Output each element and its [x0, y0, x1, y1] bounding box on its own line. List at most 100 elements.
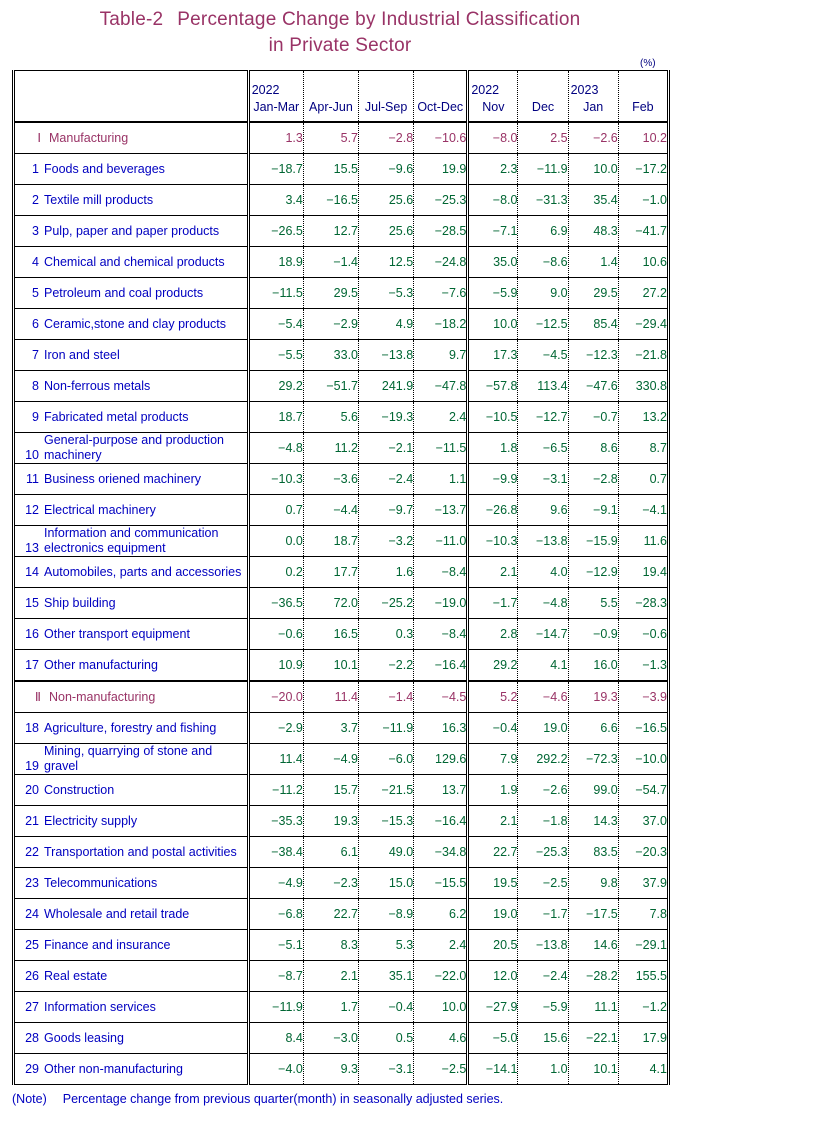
cell-value: −9.9: [467, 463, 519, 495]
cell-value: −28.3: [618, 587, 669, 619]
cell-value: −14.1: [467, 1053, 519, 1085]
cell-value: −1.4: [303, 246, 360, 278]
header-col-4-period: Nov: [482, 100, 505, 114]
header-col-6-period: Jan: [583, 100, 604, 114]
cell-value: −8.9: [358, 898, 415, 930]
row-label-cell: 19 Mining, quarrying of stone and gravel: [13, 743, 250, 775]
row-number: 17: [25, 657, 39, 672]
percentage-change-table: 2022 Jan-Mar Apr-Jun Jul-Sep Oct-Dec 202…: [12, 70, 670, 1085]
cell-value: 13.2: [618, 401, 669, 433]
row-label: Transportation and postal activities: [44, 844, 237, 859]
row-label-cell: 13 Information and communication electron…: [13, 525, 250, 557]
cell-value: −11.2: [248, 774, 304, 806]
row-number: 22: [25, 844, 39, 859]
cell-value: −10.5: [467, 401, 519, 433]
cell-value: −3.6: [303, 463, 360, 495]
cell-value: 5.6: [303, 401, 360, 433]
row-label-cell: 12 Electrical machinery: [13, 494, 250, 526]
row-label-cell: 16 Other transport equipment: [13, 618, 250, 650]
cell-value: 7.8: [618, 898, 669, 930]
row-label-cell: 9 Fabricated metal products: [13, 401, 250, 433]
cell-value: 8.6: [568, 432, 619, 464]
cell-value: −10.6: [413, 121, 470, 154]
cell-value: 3.7: [303, 712, 360, 744]
row-label-cell: 22 Transportation and postal activities: [13, 836, 250, 868]
cell-value: 17.9: [618, 1022, 669, 1054]
cell-value: 15.0: [358, 867, 415, 899]
cell-value: 113.4: [517, 370, 569, 402]
row-label: Textile mill products: [44, 192, 154, 207]
cell-value: 2.3: [467, 153, 519, 185]
cell-value: −22.1: [568, 1022, 619, 1054]
header-col-3-period: Oct-Dec: [417, 100, 464, 114]
cell-value: −11.0: [413, 525, 470, 557]
cell-value: 6.6: [568, 712, 619, 744]
cell-value: −9.6: [358, 153, 415, 185]
cell-value: −11.9: [517, 153, 569, 185]
row-label: Fabricated metal products: [44, 409, 189, 424]
cell-value: 3.4: [248, 184, 304, 216]
cell-value: −6.8: [248, 898, 304, 930]
cell-value: −17.5: [568, 898, 619, 930]
cell-value: −28.2: [568, 960, 619, 992]
cell-value: 16.3: [413, 712, 470, 744]
row-number: 6: [32, 316, 39, 331]
row-label-cell: 11 Business oriened machinery: [13, 463, 250, 495]
cell-value: 8.3: [303, 929, 360, 961]
cell-value: −8.4: [413, 618, 470, 650]
cell-value: 4.6: [413, 1022, 470, 1054]
cell-value: 0.3: [358, 618, 415, 650]
cell-value: 12.5: [358, 246, 415, 278]
cell-value: −51.7: [303, 370, 360, 402]
cell-value: −8.0: [467, 121, 519, 154]
table-row: 26 Real estate −8.7 2.1 35.1 −22.0 12.0 −2.4 −28…: [13, 960, 669, 992]
row-label-cell: Ⅰ Manufacturing: [13, 121, 250, 154]
table-row: 25 Finance and insurance −5.1 8.3 5.3 2.4 20.5…: [13, 929, 669, 961]
cell-value: 2.1: [467, 805, 519, 837]
cell-value: −8.0: [467, 184, 519, 216]
table-row: 28 Goods leasing 8.4 −3.0 0.5 4.6 −5.0 15.6 −22.…: [13, 1022, 669, 1054]
cell-value: 19.0: [467, 898, 519, 930]
row-label: Other non-manufacturing: [44, 1061, 183, 1076]
cell-value: −4.0: [248, 1053, 304, 1085]
row-label-cell: 17 Other manufacturing: [13, 649, 250, 682]
cell-value: 35.4: [568, 184, 619, 216]
cell-value: −9.7: [358, 494, 415, 526]
cell-value: −10.3: [467, 525, 519, 557]
cell-value: 29.5: [568, 277, 619, 309]
row-label-cell: 14 Automobiles, parts and accessories: [13, 556, 250, 588]
cell-value: −4.8: [248, 432, 304, 464]
cell-value: 37.9: [618, 867, 669, 899]
row-label-cell: 20 Construction: [13, 774, 250, 806]
cell-value: −4.5: [413, 680, 470, 713]
cell-value: −12.3: [568, 339, 619, 371]
cell-value: 12.7: [303, 215, 360, 247]
cell-value: −3.9: [618, 680, 669, 713]
cell-value: 5.5: [568, 587, 619, 619]
cell-value: 4.0: [517, 556, 569, 588]
cell-value: −11.5: [248, 277, 304, 309]
cell-value: 1.3: [248, 121, 304, 154]
row-number: 29: [25, 1061, 39, 1076]
cell-value: 10.6: [618, 246, 669, 278]
cell-value: −3.2: [358, 525, 415, 557]
cell-value: −2.2: [358, 649, 415, 682]
cell-value: 33.0: [303, 339, 360, 371]
cell-value: 25.6: [358, 184, 415, 216]
row-number: 4: [32, 254, 39, 269]
row-label: Ceramic,stone and clay products: [44, 316, 227, 331]
cell-value: −11.9: [248, 991, 304, 1023]
table-row: 19 Mining, quarrying of stone and gravel 1…: [13, 743, 669, 775]
cell-value: −7.6: [413, 277, 470, 309]
row-label-cell: 8 Non-ferrous metals: [13, 370, 250, 402]
cell-value: −21.5: [358, 774, 415, 806]
cell-value: 11.6: [618, 525, 669, 557]
cell-value: −14.7: [517, 618, 569, 650]
row-label-cell: 28 Goods leasing: [13, 1022, 250, 1054]
table-row: 21 Electricity supply −35.3 19.3 −15.3 −16.4 2…: [13, 805, 669, 837]
table-row: 17 Other manufacturing 10.9 10.1 −2.2 −16.4 29…: [13, 649, 669, 682]
table-row: 14 Automobiles, parts and accessories 0.2 1…: [13, 556, 669, 588]
row-number: 19: [25, 759, 39, 773]
cell-value: 29.2: [467, 649, 519, 682]
row-label-cell: 24 Wholesale and retail trade: [13, 898, 250, 930]
